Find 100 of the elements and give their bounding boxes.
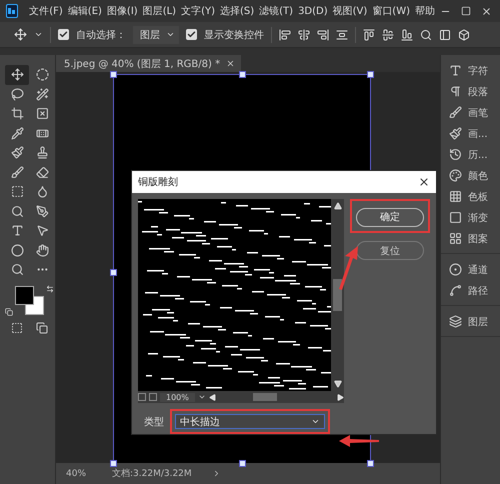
grid-icon	[449, 190, 462, 203]
checkbox[interactable]	[58, 29, 69, 40]
reset-button[interactable]: 复位	[356, 241, 424, 260]
panel-button[interactable]: 图层	[449, 311, 500, 332]
paintbrush-icon	[449, 127, 462, 140]
type-icon	[10, 224, 24, 238]
default-colors-icon[interactable]	[5, 308, 13, 316]
align-left-icon[interactable]	[279, 28, 291, 40]
move-icon[interactable]	[14, 28, 27, 41]
maximize-icon[interactable]	[461, 6, 471, 16]
zoom-out-button[interactable]	[138, 393, 146, 401]
search-icon[interactable]	[420, 28, 432, 40]
dialog-title: 铜版雕刻	[138, 176, 178, 189]
menu-item[interactable]: 窗口(W)	[372, 4, 410, 18]
align-bottom-icon[interactable]	[401, 28, 413, 40]
caret-icon	[311, 417, 320, 426]
document-tab[interactable]: 5.jpeg @ 40% (图层 1, RGB/8) *	[56, 55, 242, 72]
transform-handle[interactable]	[110, 460, 117, 467]
hand-icon	[36, 244, 48, 257]
panel-button[interactable]: 色板	[449, 186, 500, 207]
brush-icon	[449, 106, 462, 119]
eyedropper-icon	[10, 126, 24, 140]
transform-handle[interactable]	[367, 460, 374, 467]
layer-select[interactable]: 图层	[133, 26, 179, 44]
close-icon[interactable]	[418, 176, 430, 188]
menu-item[interactable]: 帮助	[415, 4, 435, 18]
horizontal-scrollbar[interactable]	[208, 392, 344, 402]
transform-handle[interactable]	[110, 71, 117, 78]
transform-handle[interactable]	[367, 71, 374, 78]
cube-icon[interactable]	[458, 28, 470, 40]
caret-icon[interactable]	[198, 393, 206, 401]
layers-icon	[449, 315, 462, 328]
eraser-icon	[36, 166, 48, 179]
menu-item[interactable]: 选择(S)	[220, 4, 254, 18]
menu-item[interactable]: 3D(D)	[298, 6, 328, 16]
zoom-field[interactable]: 100%	[160, 392, 195, 402]
type-label: 类型	[144, 416, 164, 428]
checkbox[interactable]	[186, 29, 197, 40]
channels-icon	[449, 263, 462, 276]
type-icon	[449, 64, 462, 77]
zoom-level: 40%	[65, 468, 88, 478]
menu-item[interactable]: 文字(Y)	[181, 4, 215, 18]
stamp-icon	[36, 146, 48, 160]
close-icon[interactable]	[481, 6, 492, 16]
caret-icon[interactable]	[34, 30, 43, 39]
left-arrow-icon[interactable]	[208, 394, 216, 400]
panel-button[interactable]: 通道	[449, 259, 500, 280]
swap-icon[interactable]	[46, 284, 54, 292]
down-arrow-icon[interactable]	[334, 380, 342, 388]
panel-button[interactable]: 画...	[449, 123, 500, 144]
menu-item[interactable]: 编辑(E)	[68, 4, 102, 18]
move-icon	[10, 68, 24, 82]
close-icon[interactable]	[226, 59, 236, 68]
chevron-icon[interactable]	[212, 469, 221, 478]
transform-handle[interactable]	[239, 460, 246, 467]
zoom-in-button[interactable]	[149, 393, 157, 401]
palette-icon	[449, 169, 462, 182]
type-select[interactable]: 中长描边	[175, 414, 325, 429]
tool-button[interactable]	[5, 65, 29, 84]
path-icon	[449, 284, 462, 297]
align-center-icon[interactable]	[298, 28, 310, 40]
panel-button[interactable]: 历...	[449, 144, 500, 165]
pattern-icon	[449, 232, 462, 245]
menu-item[interactable]: 图层(L)	[142, 4, 176, 18]
align-middle-icon[interactable]	[382, 28, 394, 40]
transform-handle[interactable]	[110, 269, 117, 276]
ok-button[interactable]: 确定	[356, 208, 424, 226]
color-swatches[interactable]	[15, 286, 44, 314]
up-arrow-icon[interactable]	[334, 202, 342, 210]
panel-button[interactable]: 段落	[449, 81, 500, 102]
panel-button[interactable]: 渐变	[449, 207, 500, 228]
scrollbar-thumb[interactable]	[252, 393, 277, 401]
ellipse-icon	[10, 244, 24, 257]
align-right-icon[interactable]	[317, 28, 329, 40]
panel-button[interactable]: 路径	[449, 280, 500, 301]
menu-item[interactable]: 视图(V)	[332, 4, 368, 18]
menu-item[interactable]: 滤镜(T)	[259, 4, 294, 18]
menu-item[interactable]: 文件(F)	[29, 4, 63, 18]
quick-mask-icon	[11, 322, 23, 334]
bandage-icon	[36, 126, 48, 140]
menu-item[interactable]: 图像(I)	[106, 4, 138, 18]
scrollbar-thumb[interactable]	[333, 279, 342, 311]
vertical-scrollbar[interactable]	[331, 199, 344, 391]
arrow-drawing	[336, 245, 360, 291]
frame-icon	[36, 107, 48, 120]
panel-icon[interactable]	[439, 28, 451, 40]
panel-button[interactable]: 画笔	[449, 102, 500, 123]
align-top-icon[interactable]	[363, 28, 375, 40]
panel-button[interactable]: 图案	[449, 228, 500, 249]
pen-icon	[36, 204, 48, 218]
droplet-icon	[36, 185, 48, 198]
distribute-icon[interactable]	[336, 28, 348, 40]
magic-wand-icon	[36, 88, 48, 101]
brush-icon	[10, 166, 24, 179]
app-logo	[6, 4, 18, 18]
panel-button[interactable]: 颜色	[449, 165, 500, 186]
right-arrow-icon[interactable]	[337, 394, 344, 400]
panel-button[interactable]: 字符	[449, 60, 500, 81]
brush-icon	[10, 146, 24, 160]
transform-handle[interactable]	[239, 71, 246, 78]
